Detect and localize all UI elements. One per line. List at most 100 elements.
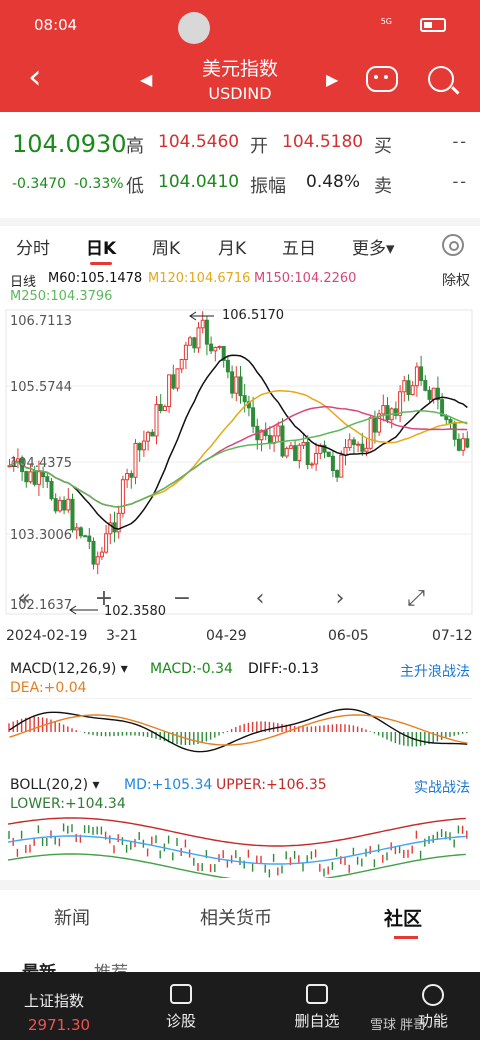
high-value: 104.5460 [158, 132, 240, 152]
content-tabs: 新闻 相关货币 社区 [0, 890, 480, 950]
scroll-left-far-icon[interactable]: « [10, 588, 38, 612]
macd-selector[interactable]: MACD(12,26,9) ▾ [10, 661, 128, 677]
candle-body [158, 404, 163, 412]
candle-body [78, 527, 83, 537]
candle-body [167, 374, 172, 407]
candle-body [137, 442, 142, 451]
tab-more[interactable]: 更多▾ [352, 234, 395, 259]
candle-body [234, 376, 239, 394]
candle-body [36, 471, 41, 485]
menu-icon[interactable] [422, 984, 444, 1006]
candle-body [293, 445, 298, 462]
candle-body [251, 407, 256, 427]
scroll-right-icon[interactable]: › [326, 588, 354, 612]
adjust-toggle[interactable]: 除权 [442, 270, 470, 290]
ma250-label: M250:104.3796 [10, 289, 113, 304]
tab-weekly-k[interactable]: 周K [152, 234, 180, 259]
candle-body [125, 473, 130, 481]
candle-body [242, 395, 247, 403]
tab-monthly-k[interactable]: 月K [218, 234, 246, 259]
candle-body [70, 498, 75, 531]
candle-body [456, 438, 461, 451]
status-bar: 08:04 5G [0, 0, 480, 50]
candle-body [175, 368, 180, 389]
candle-body [398, 391, 403, 416]
candle-body [288, 445, 293, 449]
active-nav-indicator [394, 936, 418, 939]
prev-stock-button[interactable]: ◀ [140, 70, 152, 89]
high-annotation: 106.5170 [222, 308, 285, 323]
candle-body [452, 422, 457, 440]
candle-body [179, 359, 184, 370]
diagnose-icon[interactable] [170, 984, 192, 1004]
search-icon[interactable] [428, 66, 454, 92]
divider [0, 218, 480, 226]
sell-value: -- [452, 172, 468, 191]
zoom-in-icon[interactable]: + [90, 588, 118, 612]
boll-lower-value: LOWER:+104.34 [10, 796, 126, 812]
macd-chart [6, 698, 472, 753]
zoom-out-icon[interactable]: − [168, 588, 196, 612]
candle-body [83, 535, 88, 538]
scroll-left-icon[interactable]: ‹ [246, 588, 274, 612]
settings-icon[interactable] [442, 234, 464, 256]
period-tabs: 分时 日K 周K 月K 五日 更多▾ [0, 226, 480, 265]
tab-related-currency[interactable]: 相关货币 [200, 904, 272, 930]
candle-body [343, 447, 348, 456]
amplitude-label: 振幅 [250, 176, 286, 197]
index-value: 2971.30 [28, 1016, 91, 1034]
fullscreen-icon[interactable]: ⤢ [402, 588, 430, 612]
tab-news[interactable]: 新闻 [54, 904, 90, 930]
diagnose-button[interactable]: 诊股 [141, 1010, 221, 1031]
candle-body [24, 471, 29, 483]
x-tick-4: 06-05 [328, 628, 369, 644]
battery-icon [420, 18, 446, 32]
page-title: 美元指数 [201, 58, 278, 80]
candle-body [347, 439, 352, 449]
index-name[interactable]: 上证指数 [24, 990, 84, 1011]
remove-favorite-icon[interactable] [306, 984, 328, 1004]
robot-icon[interactable] [366, 66, 398, 92]
boll-selector[interactable]: BOLL(20,2) ▾ [10, 777, 100, 793]
low-label: 低 [126, 176, 144, 197]
candle-body [99, 551, 104, 558]
tab-five-day[interactable]: 五日 [282, 234, 316, 259]
candle-body [465, 438, 470, 448]
tab-intraday[interactable]: 分时 [16, 234, 50, 259]
candle-body [133, 442, 138, 478]
candle-body [402, 380, 407, 393]
candle-body [423, 379, 428, 391]
open-value: 104.5180 [282, 132, 364, 152]
candle-body [372, 417, 377, 433]
sell-label: 卖 [374, 176, 392, 197]
candle-body [104, 533, 109, 553]
active-tab-indicator [90, 262, 112, 265]
boll-label: BOLL(20,2) [10, 777, 89, 793]
app-avatar-icon [178, 12, 210, 44]
tab-daily-k[interactable]: 日K [86, 234, 116, 259]
candle-body [146, 431, 151, 442]
page-subtitle: USDIND [208, 84, 272, 103]
high-label: 高 [126, 136, 144, 157]
candle-body [213, 346, 218, 352]
boll-strategy-link[interactable]: 实战战法 [414, 777, 470, 797]
remove-favorite-button[interactable]: 删自选 [277, 1010, 357, 1031]
x-tick-5: 07-12 [432, 628, 473, 644]
candle-body [120, 479, 125, 514]
candle-body [431, 387, 436, 400]
candle-body [192, 337, 197, 349]
next-stock-button[interactable]: ▶ [326, 70, 338, 89]
candle-body [335, 470, 340, 478]
candle-body [385, 405, 390, 421]
candle-body [150, 431, 155, 437]
candle-body [217, 345, 222, 348]
tab-community[interactable]: 社区 [384, 904, 422, 931]
macd-label: MACD(12,26,9) [10, 661, 117, 677]
y-tick-1: 106.7113 [10, 314, 73, 329]
candle-body [351, 439, 356, 446]
candle-body [427, 389, 432, 400]
macd-strategy-link[interactable]: 主升浪战法 [400, 661, 470, 681]
back-icon[interactable]: ‹ [28, 60, 58, 96]
x-tick-1: 2024-02-19 [6, 628, 88, 644]
candle-body [364, 447, 369, 452]
